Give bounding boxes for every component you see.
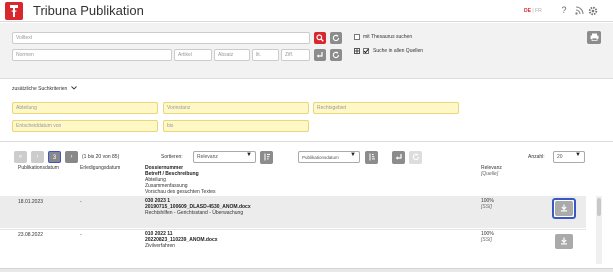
anzahl-value: 20 [557,154,563,160]
row-pub-date: 18.01.2023 [18,199,44,205]
row-content: 030 2023 1 20190715_100609_DLASD-4530_AN… [145,198,251,216]
chevron-down-icon: ▼ [246,152,252,158]
current-page[interactable]: 3 [48,151,61,163]
sort-direction-button[interactable] [260,151,273,164]
table-row[interactable] [0,229,586,263]
row-relevanz-box: 100% [SSI] [481,231,494,243]
col-quelle: [Quelle] [481,171,499,177]
anzahl-select[interactable]: 20 ▼ [553,151,585,163]
reset-sort-button[interactable] [409,151,422,164]
extra-criteria-toggle[interactable]: zusätzliche Suchkriterien [12,86,77,92]
lang-fr[interactable]: FR [535,8,542,14]
enter-button[interactable] [314,49,326,61]
sort2-direction-button[interactable] [365,151,378,164]
abteilung-input[interactable]: Abteilung [12,102,158,114]
ziff-input[interactable]: Ziff. [281,49,310,61]
artikel-input[interactable]: Artikel [174,49,212,61]
all-sources-checkbox[interactable] [363,48,369,54]
fulltext-input[interactable]: Volltext [12,32,310,44]
sort-value: Relevanz [197,154,218,160]
normen-input[interactable]: Normen [12,49,172,61]
chevron-down-icon: ▼ [350,152,356,158]
row-quelle: [SSI] [481,237,492,243]
rss-icon[interactable] [574,5,584,16]
col-erl-date[interactable]: Erledigungsdatum [80,165,120,171]
anzahl-label: Anzahl: [528,154,545,160]
table-row[interactable] [0,196,586,228]
col-dossier-group: Dossiernummer Betreff / Beschreibung Abt… [145,165,216,195]
download-button[interactable] [555,234,573,249]
lit-input[interactable]: lit. [252,49,279,61]
print-button[interactable] [587,31,601,44]
all-sources-label: Suche in allen Quellen [373,48,424,54]
expand-icon[interactable] [354,48,360,54]
bottom-edge [0,268,613,272]
search-button[interactable] [314,32,326,44]
sort2-value: Publikationsdatum [302,155,339,160]
chevron-down-icon: ▼ [575,152,581,158]
scrollbar-thumb[interactable] [597,198,601,216]
col-vorschau: Vorschau des gesuchten Textes [145,189,216,195]
row-erl-date: - [80,232,82,238]
help-icon[interactable]: ? [559,5,569,16]
thesaurus-checkbox[interactable] [354,34,360,40]
reset-button[interactable] [330,32,342,44]
divider [0,141,613,142]
first-page-button[interactable]: « [14,151,27,163]
row-desc: Rechtshilfen - Gerichtsstand - Überwachu… [145,210,244,216]
rechtsgebiet-input[interactable]: Rechtsgebiet [313,102,459,114]
row-content: 010 2022 11 20220823_110239_ANOM.docx Zi… [145,231,218,249]
vorinstanz-input[interactable]: Vorinstanz [163,102,309,114]
result-range: (1 bis 20 von 85) [82,154,120,160]
apply-sort-button[interactable] [392,151,405,164]
entscheiddatum-input[interactable]: Entscheiddatum von [12,120,158,132]
extra-criteria-label: zusätzliche Suchkriterien [12,86,68,92]
next-page-button[interactable]: › [65,151,78,163]
col-relevanz-group: Relevanz [Quelle] [481,165,502,177]
sort-select[interactable]: Relevanz ▼ [193,151,256,163]
language-switch[interactable]: DE | FR [524,8,542,14]
row-desc: Zivilverfahren [145,243,176,249]
col-pub-date[interactable]: Publikationsdatum [18,165,59,171]
absatz-input[interactable]: Absatz [214,49,250,61]
bis-input[interactable]: bis [163,120,309,132]
gear-icon[interactable] [588,5,598,16]
reset-norms-button[interactable] [330,49,342,61]
sort-label: Sortieren: [161,154,183,160]
sort2-select[interactable]: Publikationsdatum ▼ [298,151,360,163]
prev-page-button[interactable]: ‹ [31,151,44,163]
lang-de[interactable]: DE [524,8,531,14]
thesaurus-label: mit Thesaurus suchen [363,34,413,40]
app-title: Tribuna Publikation [33,3,144,18]
row-quelle: [SSI] [481,204,492,210]
logo-icon [5,2,23,20]
row-relevanz-box: 100% [SSI] [481,198,494,210]
row-erl-date: - [80,199,82,205]
download-button[interactable] [555,201,573,216]
row-pub-date: 23.08.2022 [18,232,44,238]
